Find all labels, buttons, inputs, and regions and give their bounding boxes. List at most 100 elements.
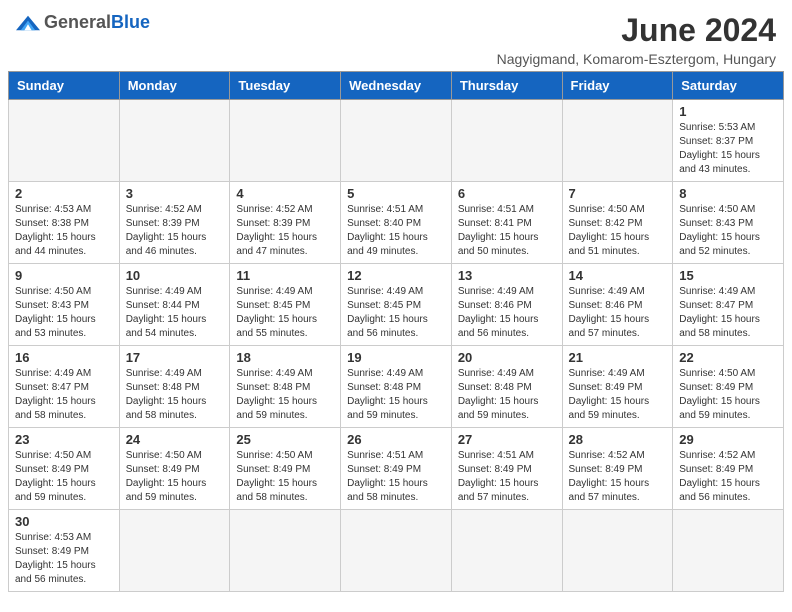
calendar-wrapper: Sunday Monday Tuesday Wednesday Thursday… (0, 71, 792, 600)
logo-icon (16, 13, 40, 33)
day-number: 25 (236, 432, 334, 447)
table-row: 17 Sunrise: 4:49 AM Sunset: 8:48 PM Dayli… (119, 346, 230, 428)
table-row (562, 510, 673, 592)
calendar-row: 1 Sunrise: 5:53 AM Sunset: 8:37 PM Daylig… (9, 100, 784, 182)
table-row: 10 Sunrise: 4:49 AM Sunset: 8:44 PM Dayli… (119, 264, 230, 346)
day-number: 16 (15, 350, 113, 365)
table-row: 27 Sunrise: 4:51 AM Sunset: 8:49 PM Dayli… (451, 428, 562, 510)
day-number: 19 (347, 350, 445, 365)
day-number: 22 (679, 350, 777, 365)
day-number: 12 (347, 268, 445, 283)
table-row: 13 Sunrise: 4:49 AM Sunset: 8:46 PM Dayli… (451, 264, 562, 346)
day-number: 29 (679, 432, 777, 447)
day-number: 24 (126, 432, 224, 447)
day-info: Sunrise: 5:53 AM Sunset: 8:37 PM Dayligh… (679, 121, 777, 177)
day-number: 8 (679, 186, 777, 201)
page-header: GeneralBlue June 2024 Nagyigmand, Komaro… (0, 0, 792, 71)
table-row: 7Sunrise: 4:50 AM Sunset: 8:42 PM Daylig… (562, 182, 673, 264)
day-number: 13 (458, 268, 556, 283)
table-row: 30Sunrise: 4:53 AM Sunset: 8:49 PM Dayli… (9, 510, 120, 592)
table-row (341, 510, 452, 592)
table-row: 23Sunrise: 4:50 AM Sunset: 8:49 PM Dayli… (9, 428, 120, 510)
table-row (451, 100, 562, 182)
day-info: Sunrise: 4:50 AM Sunset: 8:49 PM Dayligh… (15, 449, 113, 505)
day-number: 21 (569, 350, 667, 365)
day-info: Sunrise: 4:49 AM Sunset: 8:46 PM Dayligh… (458, 285, 556, 341)
table-row: 14Sunrise: 4:49 AM Sunset: 8:46 PM Dayli… (562, 264, 673, 346)
day-info: Sunrise: 4:52 AM Sunset: 8:49 PM Dayligh… (679, 449, 777, 505)
day-info: Sunrise: 4:50 AM Sunset: 8:49 PM Dayligh… (679, 367, 777, 423)
table-row: 24 Sunrise: 4:50 AM Sunset: 8:49 PM Dayli… (119, 428, 230, 510)
day-number: 17 (126, 350, 224, 365)
day-number: 15 (679, 268, 777, 283)
table-row: 28 Sunrise: 4:52 AM Sunset: 8:49 PM Dayli… (562, 428, 673, 510)
table-row: 26Sunrise: 4:51 AM Sunset: 8:49 PM Dayli… (341, 428, 452, 510)
calendar-table: Sunday Monday Tuesday Wednesday Thursday… (8, 71, 784, 592)
day-info: Sunrise: 4:49 AM Sunset: 8:47 PM Dayligh… (679, 285, 777, 341)
header-monday: Monday (119, 72, 230, 100)
header-thursday: Thursday (451, 72, 562, 100)
day-info: Sunrise: 4:52 AM Sunset: 8:49 PM Dayligh… (569, 449, 667, 505)
table-row (230, 510, 341, 592)
day-number: 6 (458, 186, 556, 201)
header-sunday: Sunday (9, 72, 120, 100)
table-row: 5Sunrise: 4:51 AM Sunset: 8:40 PM Daylig… (341, 182, 452, 264)
day-info: Sunrise: 4:49 AM Sunset: 8:47 PM Dayligh… (15, 367, 113, 423)
day-info: Sunrise: 4:50 AM Sunset: 8:43 PM Dayligh… (15, 285, 113, 341)
day-number: 1 (679, 104, 777, 119)
day-number: 5 (347, 186, 445, 201)
table-row: 20Sunrise: 4:49 AM Sunset: 8:48 PM Dayli… (451, 346, 562, 428)
day-number: 11 (236, 268, 334, 283)
day-info: Sunrise: 4:51 AM Sunset: 8:49 PM Dayligh… (458, 449, 556, 505)
day-number: 10 (126, 268, 224, 283)
calendar-row: 16 Sunrise: 4:49 AM Sunset: 8:47 PM Dayli… (9, 346, 784, 428)
table-row (341, 100, 452, 182)
table-row (9, 100, 120, 182)
table-row: 29 Sunrise: 4:52 AM Sunset: 8:49 PM Dayli… (673, 428, 784, 510)
day-info: Sunrise: 4:50 AM Sunset: 8:49 PM Dayligh… (126, 449, 224, 505)
day-number: 26 (347, 432, 445, 447)
table-row: 6Sunrise: 4:51 AM Sunset: 8:41 PM Daylig… (451, 182, 562, 264)
day-info: Sunrise: 4:49 AM Sunset: 8:45 PM Dayligh… (347, 285, 445, 341)
day-info: Sunrise: 4:49 AM Sunset: 8:44 PM Dayligh… (126, 285, 224, 341)
day-info: Sunrise: 4:52 AM Sunset: 8:39 PM Dayligh… (236, 203, 334, 259)
table-row (562, 100, 673, 182)
table-row: 19 Sunrise: 4:49 AM Sunset: 8:48 PM Dayli… (341, 346, 452, 428)
table-row: 12 Sunrise: 4:49 AM Sunset: 8:45 PM Dayli… (341, 264, 452, 346)
calendar-row: 2 Sunrise: 4:53 AM Sunset: 8:38 PM Daylig… (9, 182, 784, 264)
logo-text-general: General (44, 12, 111, 32)
table-row (230, 100, 341, 182)
day-info: Sunrise: 4:52 AM Sunset: 8:39 PM Dayligh… (126, 203, 224, 259)
month-year-title: June 2024 (497, 12, 776, 49)
day-number: 27 (458, 432, 556, 447)
logo: GeneralBlue (16, 12, 150, 33)
table-row (451, 510, 562, 592)
day-info: Sunrise: 4:49 AM Sunset: 8:48 PM Dayligh… (347, 367, 445, 423)
table-row: 8 Sunrise: 4:50 AM Sunset: 8:43 PM Daylig… (673, 182, 784, 264)
day-info: Sunrise: 4:49 AM Sunset: 8:45 PM Dayligh… (236, 285, 334, 341)
day-number: 28 (569, 432, 667, 447)
table-row: 9 Sunrise: 4:50 AM Sunset: 8:43 PM Daylig… (9, 264, 120, 346)
day-number: 3 (126, 186, 224, 201)
day-number: 30 (15, 514, 113, 529)
header-tuesday: Tuesday (230, 72, 341, 100)
day-info: Sunrise: 4:50 AM Sunset: 8:49 PM Dayligh… (236, 449, 334, 505)
day-info: Sunrise: 4:49 AM Sunset: 8:48 PM Dayligh… (458, 367, 556, 423)
day-info: Sunrise: 4:49 AM Sunset: 8:46 PM Dayligh… (569, 285, 667, 341)
day-number: 2 (15, 186, 113, 201)
day-info: Sunrise: 4:53 AM Sunset: 8:38 PM Dayligh… (15, 203, 113, 259)
table-row: 25 Sunrise: 4:50 AM Sunset: 8:49 PM Dayli… (230, 428, 341, 510)
table-row: 21Sunrise: 4:49 AM Sunset: 8:49 PM Dayli… (562, 346, 673, 428)
table-row (673, 510, 784, 592)
day-info: Sunrise: 4:49 AM Sunset: 8:48 PM Dayligh… (126, 367, 224, 423)
day-number: 9 (15, 268, 113, 283)
day-info: Sunrise: 4:50 AM Sunset: 8:43 PM Dayligh… (679, 203, 777, 259)
header-friday: Friday (562, 72, 673, 100)
table-row: 15 Sunrise: 4:49 AM Sunset: 8:47 PM Dayli… (673, 264, 784, 346)
location-subtitle: Nagyigmand, Komarom-Esztergom, Hungary (497, 51, 776, 67)
table-row: 11 Sunrise: 4:49 AM Sunset: 8:45 PM Dayli… (230, 264, 341, 346)
table-row: 1 Sunrise: 5:53 AM Sunset: 8:37 PM Daylig… (673, 100, 784, 182)
table-row: 3 Sunrise: 4:52 AM Sunset: 8:39 PM Daylig… (119, 182, 230, 264)
table-row (119, 510, 230, 592)
day-info: Sunrise: 4:49 AM Sunset: 8:48 PM Dayligh… (236, 367, 334, 423)
